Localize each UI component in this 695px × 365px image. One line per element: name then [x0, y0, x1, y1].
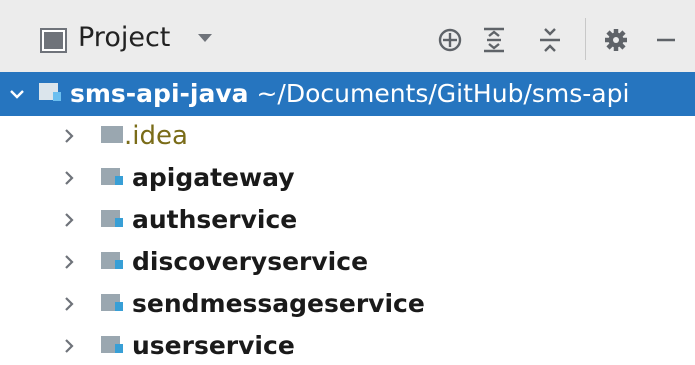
- project-tool-window: Project sms-api-java ~/Documents/GitHub/…: [0, 0, 695, 365]
- tree-root-row[interactable]: sms-api-java ~/Documents/GitHub/sms-api: [0, 72, 695, 116]
- module-folder-icon: [38, 81, 62, 103]
- expand-all-icon[interactable]: [476, 20, 512, 60]
- root-project-path: ~/Documents/GitHub/sms-api: [256, 79, 630, 108]
- tree-item-idea[interactable]: .idea: [0, 114, 695, 158]
- module-folder-icon: [100, 249, 124, 271]
- chevron-right-icon[interactable]: [58, 167, 80, 189]
- chevron-right-icon[interactable]: [58, 209, 80, 231]
- tree-item-label: .idea: [124, 121, 188, 151]
- hide-icon[interactable]: [648, 20, 684, 60]
- tree-item-authservice[interactable]: authservice: [0, 198, 695, 242]
- chevron-right-icon[interactable]: [58, 293, 80, 315]
- module-folder-icon: [100, 291, 124, 313]
- toolbar-divider: [585, 18, 586, 60]
- tree-item-sendmessageservice[interactable]: sendmessageservice: [0, 282, 695, 326]
- module-folder-icon: [100, 333, 124, 355]
- chevron-down-icon[interactable]: [6, 83, 28, 105]
- project-toolbar: Project: [0, 0, 695, 72]
- tree-item-apigateway[interactable]: apigateway: [0, 156, 695, 200]
- chevron-right-icon[interactable]: [58, 335, 80, 357]
- tree-root-label: sms-api-java ~/Documents/GitHub/sms-api: [70, 72, 629, 116]
- tree-item-label: authservice: [132, 205, 298, 234]
- collapse-all-icon[interactable]: [532, 20, 568, 60]
- tree-item-label: discoveryservice: [132, 247, 369, 276]
- project-view-title[interactable]: Project: [78, 18, 170, 58]
- tree-item-label: apigateway: [132, 163, 295, 192]
- folder-icon: [100, 123, 124, 145]
- tree-item-discoveryservice[interactable]: discoveryservice: [0, 240, 695, 284]
- dropdown-arrow-icon[interactable]: [198, 34, 212, 42]
- project-view-icon[interactable]: [40, 28, 67, 53]
- chevron-right-icon[interactable]: [58, 125, 80, 147]
- tree-item-label: userservice: [132, 331, 295, 360]
- root-project-name: sms-api-java: [70, 79, 249, 108]
- chevron-right-icon[interactable]: [58, 251, 80, 273]
- tree-item-userservice[interactable]: userservice: [0, 324, 695, 365]
- tree-item-label: sendmessageservice: [132, 289, 425, 318]
- gear-icon[interactable]: [598, 20, 634, 60]
- module-folder-icon: [100, 165, 124, 187]
- locate-icon[interactable]: [432, 20, 468, 60]
- module-folder-icon: [100, 207, 124, 229]
